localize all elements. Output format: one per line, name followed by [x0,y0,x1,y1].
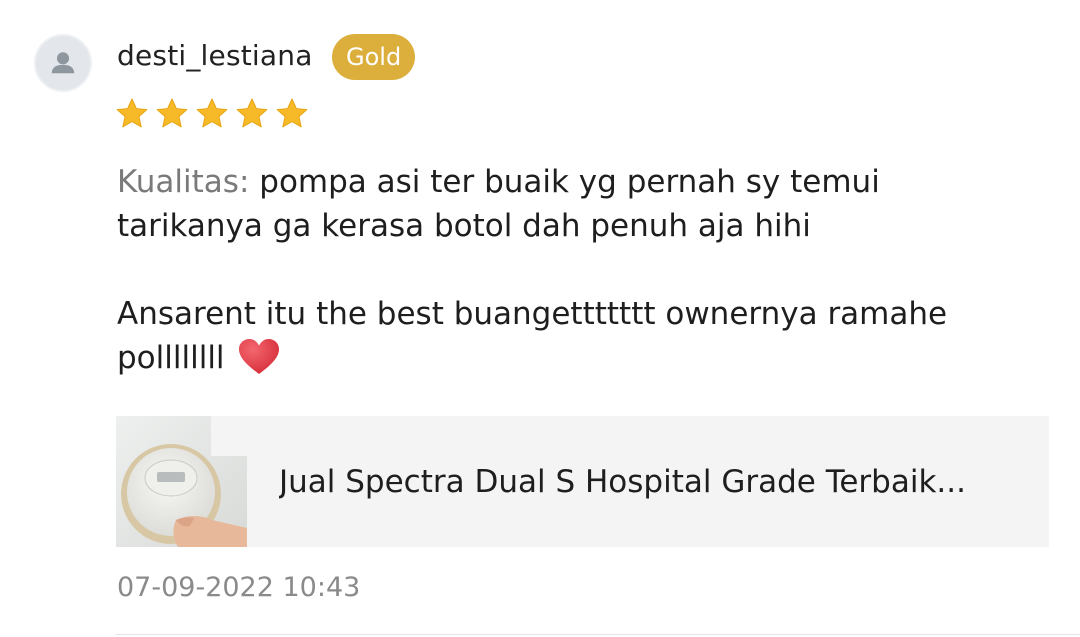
avatar[interactable] [34,34,92,92]
star-icon [156,98,188,128]
star-icon [236,98,268,128]
divider [116,634,1080,635]
review-paragraph-2: Ansarent itu the best buangettttttt owne… [117,292,1017,380]
product-thumbnail[interactable] [116,416,247,547]
review-line-3: Ansarent itu the best buangettttttt owne… [117,296,948,332]
review-paragraph-1: Kualitas: pompa asi ter buaik yg pernah … [117,160,1017,248]
quality-label: Kualitas: [117,164,250,200]
review-line-1: pompa asi ter buaik yg pernah sy temui [249,164,880,200]
star-icon [116,98,148,128]
review-timestamp: 07-09-2022 10:43 [117,572,361,603]
membership-badge: Gold [332,34,416,80]
star-icon [276,98,308,128]
review-text: Kualitas: pompa asi ter buaik yg pernah … [117,160,1017,380]
review-line-2: tarikanya ga kerasa botol dah penuh aja … [117,208,811,244]
heart-icon [239,339,280,374]
reviewer-username[interactable]: desti_lestiana [117,36,313,76]
product-name[interactable]: Jual Spectra Dual S Hospital Grade Terba… [279,464,966,500]
product-card[interactable]: Jual Spectra Dual S Hospital Grade Terba… [116,416,1049,547]
review-line-4: pollllllll [117,340,225,376]
user-icon [36,36,90,90]
star-rating [115,97,309,131]
star-icon [196,98,228,128]
